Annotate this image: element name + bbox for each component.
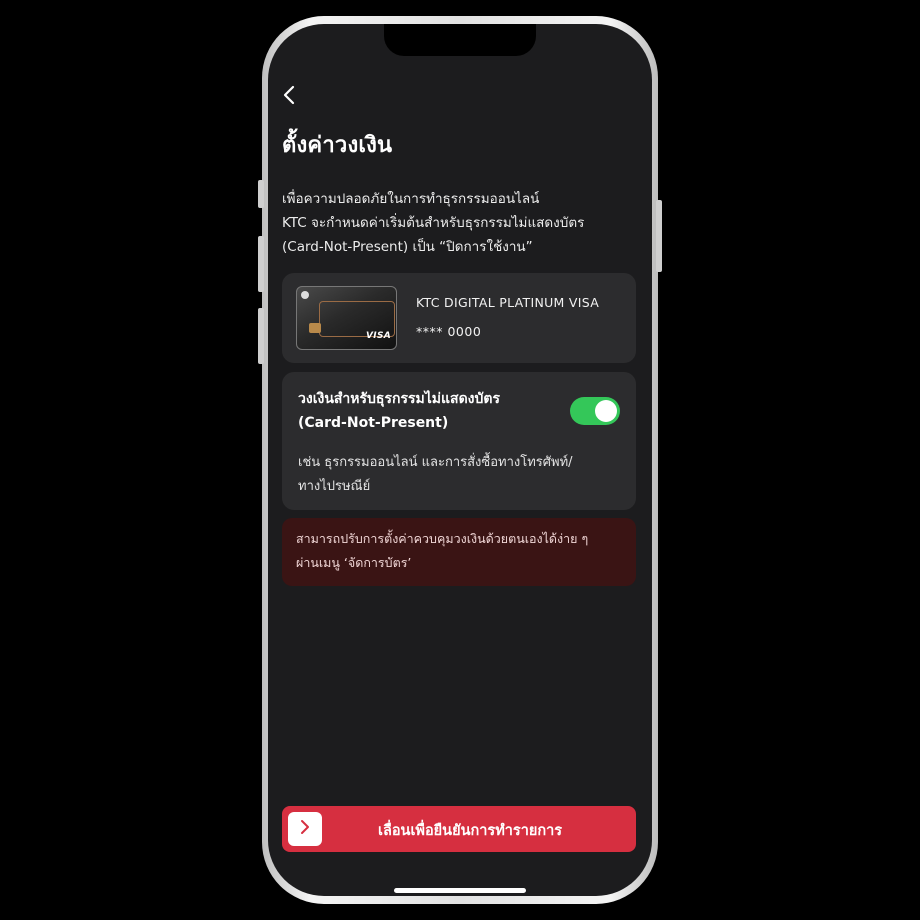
card-name: KTC DIGITAL PLATINUM VISA: [416, 295, 600, 310]
card-not-present-panel: วงเงินสำหรับธุรกรรมไม่แสดงบัตร (Card-Not…: [282, 372, 636, 510]
limit-desc-line: เช่น ธุรกรรมออนไลน์ และการสั่งซื้อทางโทร…: [298, 455, 573, 470]
app-screen: ตั้งค่าวงเงิน เพื่อความปลอดภัยในการทำธุร…: [268, 24, 652, 896]
notice-text: สามารถปรับการตั้งค่าควบคุมวงเงินด้วยตนเอ…: [296, 527, 626, 575]
notice-banner: สามารถปรับการตั้งค่าควบคุมวงเงินด้วยตนเอ…: [282, 518, 636, 586]
limit-title-line: วงเงินสำหรับธุรกรรมไม่แสดงบัตร: [298, 391, 501, 407]
card-not-present-description: เช่น ธุรกรรมออนไลน์ และการสั่งซื้อทางโทร…: [298, 451, 618, 499]
visa-logo: VISA: [366, 331, 391, 341]
notice-line: สามารถปรับการตั้งค่าควบคุมวงเงินด้วยตนเอ…: [296, 531, 589, 546]
card-not-present-title: วงเงินสำหรับธุรกรรมไม่แสดงบัตร (Card-Not…: [298, 387, 558, 435]
page-title: ตั้งค่าวงเงิน: [282, 133, 393, 158]
card-image: VISA: [296, 286, 397, 350]
chevron-right-icon: [300, 819, 310, 839]
intro-text: เพื่อความปลอดภัยในการทำธุรกรรมออนไลน์ KT…: [282, 187, 632, 259]
intro-line: (Card-Not-Present) เป็น “ปิดการใช้งาน”: [282, 239, 533, 255]
chevron-left-icon: [283, 85, 295, 109]
credit-card-summary: VISA KTC DIGITAL PLATINUM VISA **** 0000: [282, 273, 636, 363]
card-not-present-toggle[interactable]: [570, 397, 620, 425]
notice-line: ผ่านเมนู ‘จัดการบัตร’: [296, 555, 412, 570]
home-indicator[interactable]: [394, 888, 526, 893]
notch: [384, 24, 536, 56]
phone-volume-down: [258, 308, 264, 364]
toggle-knob: [595, 400, 617, 422]
intro-line: เพื่อความปลอดภัยในการทำธุรกรรมออนไลน์: [282, 191, 540, 207]
card-number: **** 0000: [416, 324, 482, 339]
limit-desc-line: ทางไปรษณีย์: [298, 479, 371, 494]
back-button[interactable]: [278, 84, 300, 110]
limit-title-line: (Card-Not-Present): [298, 415, 449, 431]
card-chip-icon: [309, 323, 321, 333]
slide-to-confirm[interactable]: เลื่อนเพื่อยืนยันการทำรายการ: [282, 806, 636, 852]
intro-line: KTC จะกำหนดค่าเริ่มต้นสำหรับธุรกรรมไม่แส…: [282, 215, 585, 231]
slide-to-confirm-label: เลื่อนเพื่อยืนยันการทำรายการ: [378, 823, 563, 839]
phone-power-button: [656, 200, 662, 272]
phone-mute-switch: [258, 180, 264, 208]
phone-volume-up: [258, 236, 264, 292]
ktc-logo-icon: [301, 291, 309, 299]
slide-handle[interactable]: [288, 812, 322, 846]
